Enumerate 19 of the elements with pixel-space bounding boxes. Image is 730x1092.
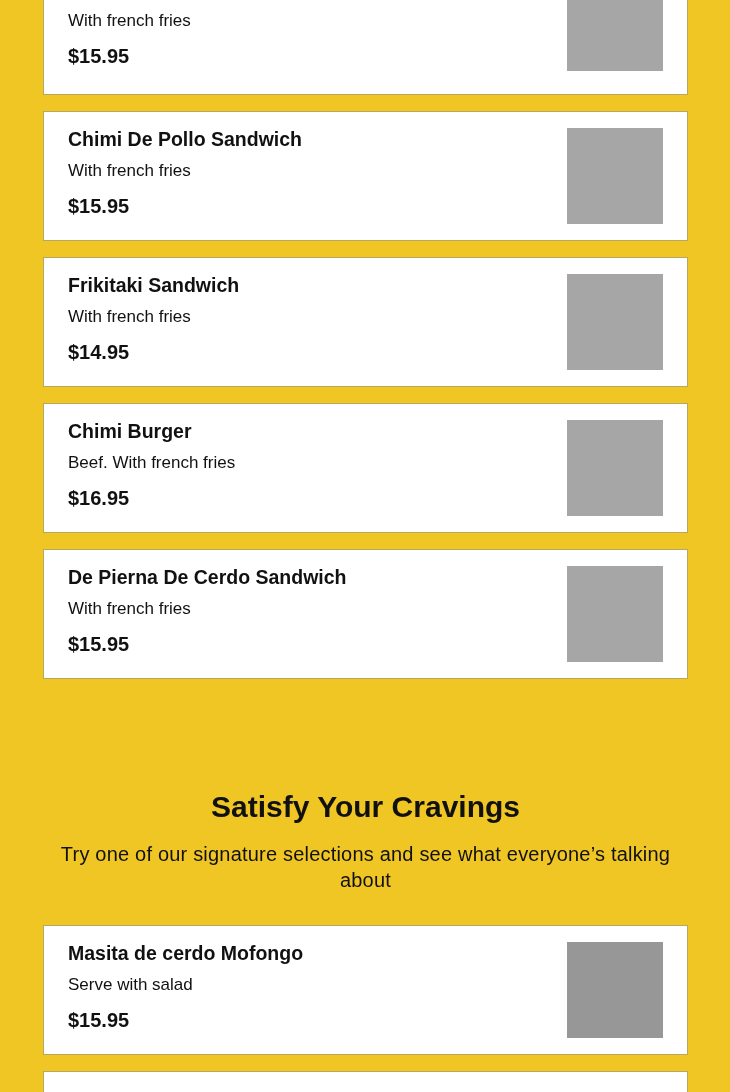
item-title: De Pierna De Cerdo Sandwich xyxy=(68,566,347,590)
item-title: Frikitaki Sandwich xyxy=(68,274,240,298)
section-subheading: Try one of our signature selections and see what everyone’s talking about xyxy=(59,842,672,893)
item-description: With french fries xyxy=(68,160,192,183)
section-heading: Satisfy Your Cravings xyxy=(210,789,521,825)
item-price: $15.95 xyxy=(68,44,131,69)
item-description: With french fries xyxy=(68,306,192,329)
item-price: $15.95 xyxy=(68,1008,131,1033)
item-price: $16.95 xyxy=(68,486,131,511)
item-description: Serve with salad xyxy=(68,974,194,997)
item-title: Chimi De Pollo Sandwich xyxy=(68,128,303,152)
item-title: Chimi Burger xyxy=(68,420,193,444)
item-title: Masita de cerdo Mofongo xyxy=(68,942,304,966)
item-price: $14.95 xyxy=(68,340,131,365)
item-price: $15.95 xyxy=(68,194,131,219)
item-description: With french fries xyxy=(68,10,191,32)
item-description: Beef. With french fries xyxy=(68,452,236,475)
item-price: $15.95 xyxy=(68,632,131,657)
item-description: With french fries xyxy=(68,598,192,621)
